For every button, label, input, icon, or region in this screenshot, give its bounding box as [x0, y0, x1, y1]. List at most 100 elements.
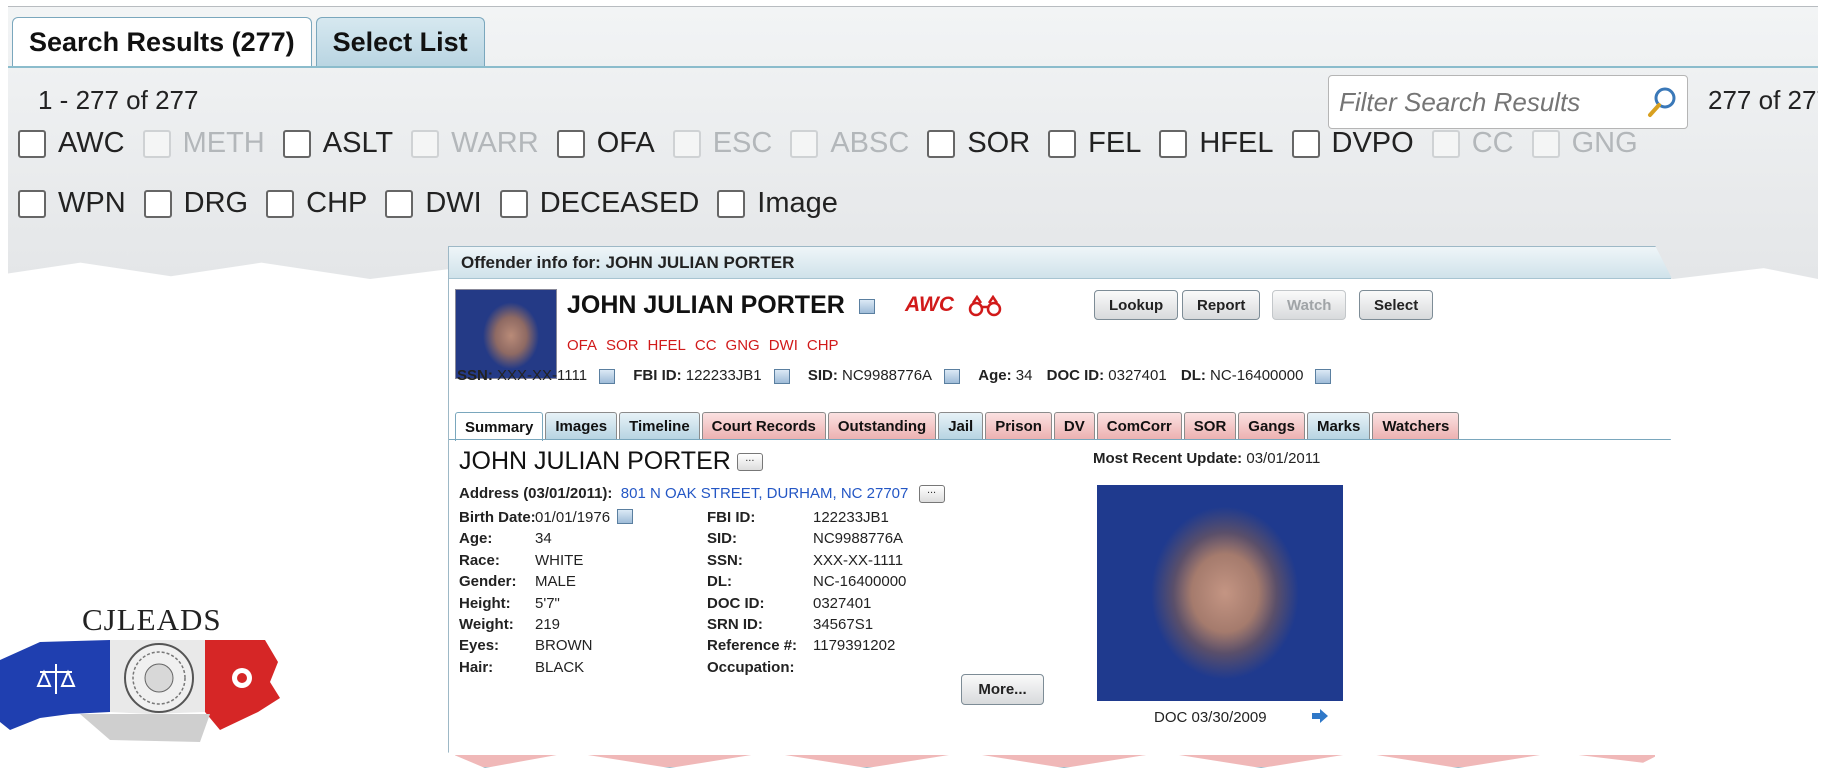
address-label: Address (03/01/2011):: [459, 485, 613, 502]
filter-checkbox-drg[interactable]: DRG: [143, 187, 248, 220]
checkbox[interactable]: [282, 129, 311, 158]
tab-select-list[interactable]: Select List: [315, 17, 485, 67]
checkbox[interactable]: [266, 189, 295, 218]
nc-state-map-icon: [0, 640, 280, 742]
checkbox[interactable]: [556, 129, 585, 158]
cjleads-logo: CJLEADS: [0, 602, 290, 762]
field-label: DL:: [707, 573, 732, 591]
address-options-icon[interactable]: ...: [918, 485, 945, 504]
watch-button[interactable]: Watch: [1272, 290, 1347, 320]
checkbox[interactable]: [1159, 129, 1188, 158]
filter-checkbox-dvpo[interactable]: DVPO: [1291, 127, 1414, 160]
filter-checkbox-hfel[interactable]: HFEL: [1159, 127, 1274, 160]
copy-icon[interactable]: [944, 368, 961, 384]
offender-photo[interactable]: [1097, 485, 1343, 701]
tab-court-records[interactable]: Court Records: [701, 412, 826, 439]
field-value: BLACK: [535, 658, 585, 676]
field-label: Occupation:: [707, 658, 795, 676]
tab-images[interactable]: Images: [545, 412, 618, 439]
tab-gangs[interactable]: Gangs: [1238, 412, 1305, 439]
filter-checkbox-chp[interactable]: CHP: [266, 187, 367, 220]
field-value: BROWN: [535, 637, 593, 655]
filter-checkbox-sor[interactable]: SOR: [927, 127, 1030, 160]
copy-icon[interactable]: [773, 368, 790, 384]
filter-checkbox-awc[interactable]: AWC: [18, 127, 125, 160]
doc-label: DOC ID:: [1046, 367, 1105, 384]
tab-prison[interactable]: Prison: [985, 412, 1052, 439]
bottom-section-bar: [455, 755, 1655, 767]
field-value[interactable]: NC-16400000: [813, 573, 906, 590]
field-label: SSN:: [707, 551, 743, 569]
next-arrow-icon[interactable]: [1311, 708, 1329, 724]
filter-checkbox-aslt[interactable]: ASLT: [282, 127, 393, 160]
field-value: MALE: [535, 573, 576, 591]
results-range: 1 - 277 of 277: [38, 85, 199, 115]
summary-name: JOHN JULIAN PORTER...: [459, 447, 763, 476]
filter-checkbox-image[interactable]: Image: [717, 187, 838, 220]
offender-thumbnail[interactable]: [455, 289, 557, 379]
checkbox[interactable]: [927, 129, 956, 158]
filter-checkbox-gng: GNG: [1531, 127, 1638, 160]
flag-gng: GNG: [725, 337, 760, 354]
more-options-icon[interactable]: ...: [736, 453, 763, 472]
field-label: Age:: [459, 530, 493, 548]
copy-icon[interactable]: [858, 298, 875, 314]
copy-icon[interactable]: [617, 509, 633, 524]
checkbox-label: OFA: [596, 127, 655, 159]
checkbox[interactable]: [18, 189, 46, 218]
tab-dv[interactable]: DV: [1053, 412, 1095, 439]
filter-checkbox-ofa[interactable]: OFA: [556, 127, 655, 160]
checkbox[interactable]: [1048, 129, 1077, 158]
filter-checkbox-dwi[interactable]: DWI: [385, 187, 482, 220]
address-link[interactable]: 801 N OAK STREET, DURHAM, NC 27707: [621, 485, 909, 502]
flag-sor: SOR: [606, 337, 639, 354]
field-label: SID:: [707, 530, 737, 548]
tab-timeline[interactable]: Timeline: [619, 412, 700, 439]
field-label: Weight:: [459, 616, 514, 633]
copy-icon[interactable]: [1315, 368, 1332, 384]
checkbox[interactable]: [717, 189, 746, 218]
checkbox[interactable]: [499, 189, 528, 218]
tab-comcorr[interactable]: ComCorr: [1096, 412, 1182, 439]
checkbox[interactable]: [18, 129, 46, 158]
select-button[interactable]: Select: [1359, 290, 1434, 320]
flag-filter-row-1: AWC METH ASLT WARR OFA ESC ABSC SOR FEL HFEL DVPO C…: [18, 127, 1648, 160]
tab-watchers[interactable]: Watchers: [1372, 412, 1460, 439]
filter-checkbox-deceased[interactable]: DECEASED: [499, 187, 700, 220]
lookup-button[interactable]: Lookup: [1094, 290, 1179, 320]
copy-icon[interactable]: [599, 368, 616, 384]
checkbox: [790, 129, 819, 158]
field-value: 5'7": [535, 594, 560, 612]
tab-jail[interactable]: Jail: [938, 412, 984, 439]
offender-name-heading: JOHN JULIAN PORTER: [567, 291, 879, 320]
checkbox-label: FEL: [1088, 127, 1142, 159]
field-value[interactable]: XXX-XX-1111: [813, 552, 903, 569]
binoculars-icon[interactable]: [968, 295, 1002, 317]
checkbox[interactable]: [143, 189, 172, 218]
tab-search-results[interactable]: Search Results (277): [12, 17, 312, 67]
more-button[interactable]: More...: [961, 674, 1044, 705]
tab-outstanding[interactable]: Outstanding: [827, 412, 937, 439]
tab-sor[interactable]: SOR: [1183, 412, 1237, 439]
filter-search-box[interactable]: [1328, 75, 1688, 129]
tab-marks[interactable]: Marks: [1306, 412, 1371, 439]
flag-dwi: DWI: [768, 337, 798, 354]
search-icon[interactable]: [1645, 85, 1679, 119]
age-label: Age:: [978, 367, 1012, 384]
filter-checkbox-wpn[interactable]: WPN: [18, 187, 126, 220]
filter-checkbox-fel[interactable]: FEL: [1048, 127, 1141, 160]
checkbox-label: ABSC: [830, 127, 910, 159]
dl-label: DL:: [1180, 367, 1206, 384]
checkbox[interactable]: [1291, 129, 1320, 158]
checkbox-label: HFEL: [1199, 127, 1274, 159]
field-label: Height:: [459, 594, 511, 612]
tab-summary[interactable]: Summary: [455, 412, 544, 441]
filter-search-input[interactable]: [1337, 85, 1641, 119]
report-button[interactable]: Report: [1182, 290, 1261, 320]
checkbox-label: DECEASED: [539, 187, 700, 219]
filter-checkbox-esc: ESC: [672, 127, 772, 160]
flag-chp: CHP: [806, 337, 839, 354]
checkbox[interactable]: [385, 189, 414, 218]
filter-checkbox-warr: WARR: [411, 127, 539, 160]
checkbox-label: CHP: [306, 187, 368, 219]
